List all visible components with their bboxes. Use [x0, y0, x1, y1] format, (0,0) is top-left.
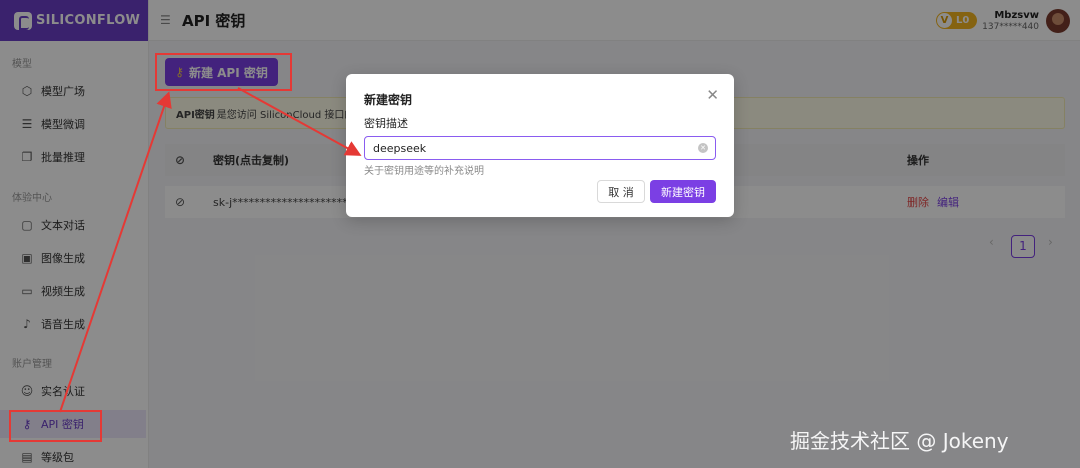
arrow-to-modal-input: [237, 87, 362, 156]
arrow-to-create-button: [59, 91, 172, 413]
annotation-arrows: [59, 87, 362, 413]
watermark: 掘金技术社区 @ Jokeny: [790, 429, 1009, 453]
